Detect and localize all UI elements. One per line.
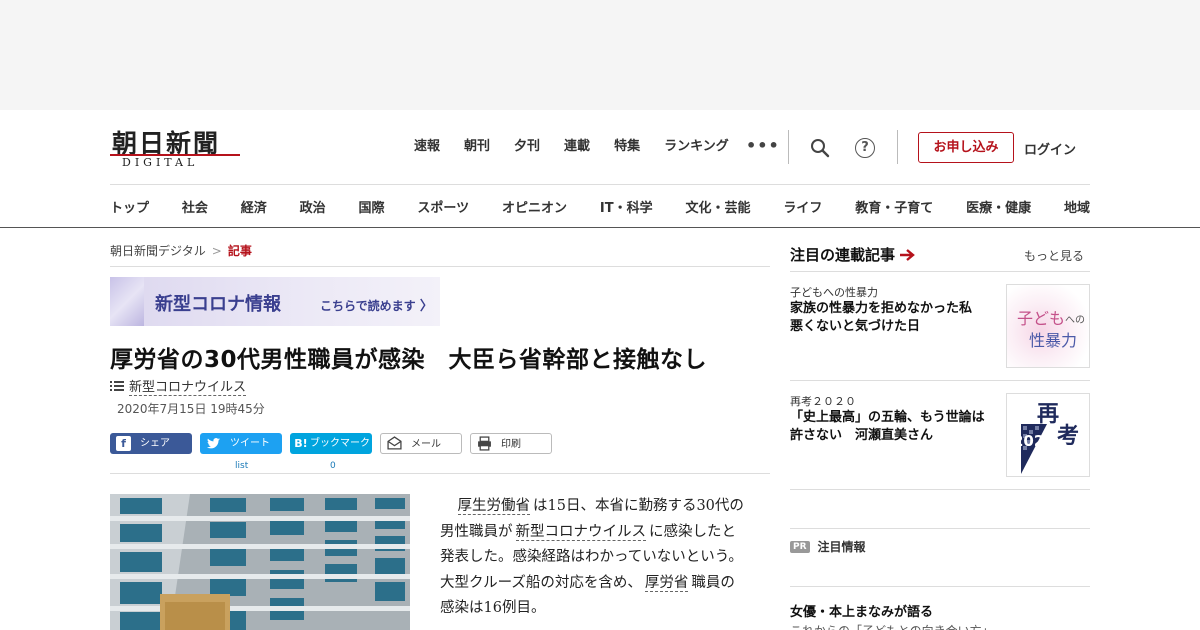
list-icon [110, 381, 124, 391]
sidebar-article[interactable]: 再考２０２０ 「史上最高」の五輪、もう世論は許さない 河瀬直美さん 再 考 20… [790, 393, 1090, 477]
corona-info-banner[interactable]: 新型コロナ情報 こちらで読めます 〉 [110, 277, 440, 326]
category-economy[interactable]: 経済 [241, 197, 267, 216]
pr-badge: PR [790, 540, 810, 553]
category-nav: トップ 社会 経済 政治 国際 スポーツ オピニオン IT・科学 文化・芸能 ラ… [110, 197, 1090, 216]
banner-sub-label: こちらで読めます [320, 299, 416, 313]
nav-item-choukan[interactable]: 朝刊 [464, 138, 490, 156]
thumbnail-text: 子ども [1017, 309, 1066, 328]
print-button[interactable]: 印刷 [470, 433, 552, 454]
article-headline: 厚労省の30代男性職員が感染 大臣ら省幹部と接触なし [110, 347, 708, 373]
banner-sub-text: こちらで読めます 〉 [320, 295, 433, 314]
subscribe-button[interactable]: お申し込み [918, 132, 1014, 163]
top-nav: 速報 朝刊 夕刊 連載 特集 ランキング [414, 138, 753, 156]
category-nav-divider [110, 184, 1090, 185]
article-photo[interactable] [110, 494, 410, 630]
mail-icon [387, 436, 402, 450]
login-link[interactable]: ログイン [1024, 139, 1076, 158]
printer-icon [478, 436, 491, 451]
article-tag: 新型コロナウイルス [110, 376, 247, 396]
site-header: 朝日新聞 DIGITAL 速報 朝刊 夕刊 連載 特集 ランキング ••• ? … [0, 110, 1200, 228]
sidebar-divider [790, 528, 1090, 529]
pr-section-header: PR 注目情報 [790, 538, 866, 555]
mail-share-button[interactable]: メール [380, 433, 462, 454]
sidebar-article-headline[interactable]: 「史上最高」の五輪、もう世論は許さない 河瀬直美さん [790, 409, 996, 445]
nav-item-rensai[interactable]: 連載 [564, 138, 590, 156]
more-menu-icon[interactable]: ••• [746, 136, 780, 155]
search-icon[interactable] [810, 138, 830, 158]
twitter-share-label: ツイート [230, 438, 270, 449]
hatena-bookmark-button[interactable]: B! ブックマーク 0 [290, 433, 372, 471]
category-life[interactable]: ライフ [783, 197, 822, 216]
share-divider [110, 473, 770, 474]
sidebar-divider [790, 586, 1090, 587]
sidebar-article-thumbnail[interactable]: 再 考 2020 [1006, 393, 1090, 477]
nav-item-sokuho[interactable]: 速報 [414, 138, 440, 156]
category-region[interactable]: 地域 [1064, 197, 1090, 216]
sidebar-article-headline[interactable]: 家族の性暴力を拒めなかった私 悪くないと気づけた日 [790, 300, 996, 336]
body-link-corona[interactable]: 新型コロナウイルス [515, 523, 646, 541]
body-link-mhlw-short[interactable]: 厚労省 [644, 574, 689, 592]
breadcrumb-home[interactable]: 朝日新聞デジタル [110, 244, 206, 258]
category-international[interactable]: 国際 [359, 197, 385, 216]
sidebar-article-thumbnail[interactable]: 子ども への 性暴力 [1006, 284, 1090, 368]
pr-article-subtitle[interactable]: これからの「子どもとの向き合い方」 [790, 622, 1090, 630]
sidebar-article-category: 再考２０２０ [790, 395, 856, 408]
facebook-share-button[interactable]: f シェア [110, 433, 192, 454]
sidebar-divider [790, 489, 1090, 490]
ad-banner-area [0, 0, 1200, 110]
category-education[interactable]: 教育・子育て [855, 197, 933, 216]
category-it-science[interactable]: IT・科学 [600, 197, 653, 216]
sidebar-title-label: 注目の連載記事 [790, 246, 896, 264]
thumbnail-text: 2020 [1013, 432, 1055, 450]
sidebar-title[interactable]: 注目の連載記事 [790, 244, 915, 265]
tag-link-corona[interactable]: 新型コロナウイルス [129, 376, 247, 396]
article-body: 厚生労働省 は15日、本省に勤務する30代の男性職員が 新型コロナウイルス に感染した… [440, 494, 745, 622]
category-society[interactable]: 社会 [182, 197, 208, 216]
twitter-share-button[interactable]: ツイート list [200, 433, 282, 471]
breadcrumb-divider [110, 266, 770, 267]
article-date: 2020年7月15日 19時45分 [117, 402, 265, 416]
arrow-right-icon [900, 248, 915, 261]
thumbnail-text: 性暴力 [1029, 331, 1078, 350]
category-sports[interactable]: スポーツ [417, 197, 469, 216]
thumbnail-text: への [1065, 315, 1085, 326]
facebook-icon: f [116, 436, 131, 451]
sidebar-divider [790, 271, 1090, 272]
twitter-icon [206, 438, 221, 449]
logo-sub-text: DIGITAL [122, 156, 199, 169]
print-label: 印刷 [501, 439, 521, 450]
sidebar-divider [790, 380, 1090, 381]
nav-item-ranking[interactable]: ランキング [664, 138, 729, 156]
pr-article-title[interactable]: 女優・本上まなみが語る [790, 601, 933, 620]
sidebar-article-category: 子どもへの性暴力 [790, 286, 878, 299]
banner-decoration [110, 277, 144, 326]
breadcrumb-separator: > [211, 244, 222, 258]
category-top[interactable]: トップ [110, 197, 149, 216]
sidebar-more-link[interactable]: もっと見る [1024, 247, 1084, 264]
pr-section-label: 注目情報 [817, 540, 866, 554]
thumbnail-text: 考 [1057, 423, 1080, 449]
thumbnail-text: 再 [1037, 401, 1060, 427]
category-health[interactable]: 医療・健康 [966, 197, 1031, 216]
chevron-right-icon: 〉 [419, 299, 433, 314]
breadcrumb: 朝日新聞デジタル > 記事 [110, 242, 252, 259]
hatena-bookmark-label: ブックマーク [310, 438, 370, 449]
nav-item-yukan[interactable]: 夕刊 [514, 138, 540, 156]
body-link-mhlw[interactable]: 厚生労働省 [457, 498, 530, 515]
facebook-share-label: シェア [140, 438, 170, 449]
category-politics[interactable]: 政治 [300, 197, 326, 216]
mail-share-label: メール [411, 439, 441, 450]
category-opinion[interactable]: オピニオン [502, 197, 567, 216]
nav-item-tokushu[interactable]: 特集 [614, 138, 640, 156]
breadcrumb-current: 記事 [227, 244, 252, 258]
header-divider [897, 130, 898, 164]
hatena-icon: B! [294, 437, 308, 450]
banner-main-text: 新型コロナ情報 [155, 294, 281, 315]
help-icon[interactable]: ? [855, 138, 875, 158]
category-culture[interactable]: 文化・芸能 [685, 197, 750, 216]
sidebar-article[interactable]: 子どもへの性暴力 家族の性暴力を拒めなかった私 悪くないと気づけた日 子ども へ… [790, 284, 1090, 368]
header-divider [788, 130, 789, 164]
site-logo[interactable]: 朝日新聞 DIGITAL [110, 124, 242, 170]
